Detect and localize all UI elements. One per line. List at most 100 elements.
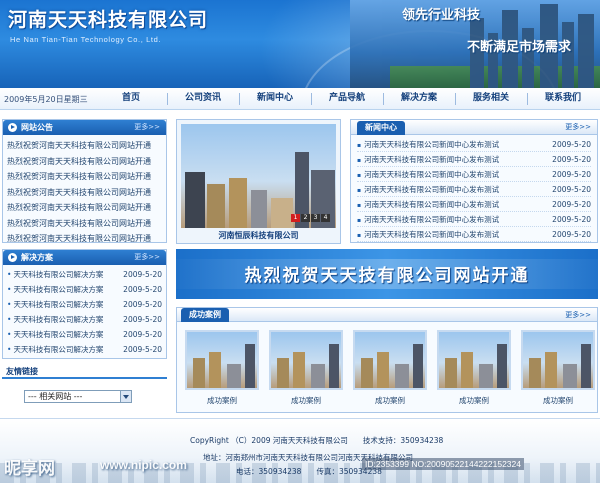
case-label: 成功案例 [375,396,405,405]
news-item[interactable]: 河南天天科技有限公司新闻中心发布测试 2009-5-20 [357,212,591,227]
building [461,352,473,388]
news-item[interactable]: 河南天天科技有限公司新闻中心发布测试 2009-5-20 [357,137,591,152]
main-nav: 2009年5月20日星期三 首页 公司资讯 新闻中心 产品导航 解决方案 服务相… [0,88,600,110]
case-item[interactable]: 成功案例 [519,330,597,406]
nav-news-center[interactable]: 新闻中心 [239,88,311,110]
case-thumbnail[interactable] [353,330,427,390]
news-item-date: 2009-5-20 [552,200,591,209]
news-item[interactable]: 河南天天科技有限公司新闻中心发布测试 2009-5-20 [357,182,591,197]
solution-more-link[interactable]: 更多>> [134,250,160,265]
building [271,198,293,228]
building [209,352,221,388]
logo-chinese[interactable]: 河南天天科技有限公司 [8,5,208,32]
news-item-title: 河南天天科技有限公司新闻中心发布测试 [357,167,499,181]
news-item[interactable]: 河南天天科技有限公司新闻中心发布测试 2009-5-20 [357,167,591,182]
case-item[interactable]: 成功案例 [435,330,513,406]
slogan-line-2: 不断满足市场需求 [467,40,572,55]
building [227,364,241,388]
building [581,344,591,388]
related-sites-value: --- 相关网站 --- [28,392,83,401]
news-item-title: 河南天天科技有限公司新闻中心发布测试 [357,227,499,241]
nav-products[interactable]: 产品导航 [311,88,383,110]
solution-item[interactable]: 天天科技有限公司解决方案 2009-5-20 [7,282,162,297]
solution-item-date: 2009-5-20 [123,345,162,354]
notice-item[interactable]: 热烈祝贺河南天天科技有限公司网站开通 [7,231,162,247]
watermark-id: ID:2353399 NO:20090522144222152324 [362,458,524,470]
news-item-date: 2009-5-20 [552,140,591,149]
building [245,344,255,388]
building [229,178,247,228]
logo-english: He Nan Tian-Tian Technology Co., Ltd. [10,35,162,44]
related-sites-select[interactable]: --- 相关网站 --- [24,390,132,403]
case-thumbnail[interactable] [437,330,511,390]
case-thumbnail[interactable] [185,330,259,390]
nav-home[interactable]: 首页 [95,88,167,110]
solution-item-date: 2009-5-20 [123,330,162,339]
slogan-line-1: 领先行业科技 [402,8,481,23]
slide-dot-4[interactable]: 4 [321,214,330,222]
success-cases-panel: 成功案例 更多>> 成功案例 成功案例 成功案例 成功案例 成功案例 [176,307,598,413]
building [562,22,574,88]
news-item-title: 河南天天科技有限公司新闻中心发布测试 [357,137,499,151]
solution-item-date: 2009-5-20 [123,315,162,324]
watermark-logo: 昵享网 [4,459,55,479]
building [361,358,373,388]
notice-more-link[interactable]: 更多>> [134,120,160,135]
case-item[interactable]: 成功案例 [267,330,345,406]
notice-item[interactable]: 热烈祝贺河南天天科技有限公司网站开通 [7,200,162,216]
nav-company-info[interactable]: 公司资讯 [167,88,239,110]
nav-services[interactable]: 服务相关 [455,88,527,110]
building [251,190,267,228]
arrow-bullet-icon [8,123,17,132]
slide-dot-1[interactable]: 1 [291,214,300,222]
notice-title: 网站公告 [21,123,53,132]
case-item[interactable]: 成功案例 [183,330,261,406]
solution-item[interactable]: 天天科技有限公司解决方案 2009-5-20 [7,327,162,342]
cases-more-link[interactable]: 更多>> [565,310,591,320]
friend-links-title: 友情链接 [2,366,167,379]
city-photo[interactable]: 1 2 3 4 [181,124,336,228]
nav-solutions[interactable]: 解决方案 [383,88,455,110]
solution-item[interactable]: 天天科技有限公司解决方案 2009-5-20 [7,267,162,282]
current-date: 2009年5月20日星期三 [4,95,88,104]
news-item[interactable]: 河南天天科技有限公司新闻中心发布测试 2009-5-20 [357,197,591,212]
solution-item[interactable]: 天天科技有限公司解决方案 2009-5-20 [7,342,162,357]
arrow-bullet-icon [8,253,17,262]
notice-item[interactable]: 热烈祝贺河南天天科技有限公司网站开通 [7,216,162,232]
photo-caption[interactable]: 河南恒辰科技有限公司 [177,230,340,241]
news-item-date: 2009-5-20 [552,185,591,194]
nav-items: 首页 公司资讯 新闻中心 产品导航 解决方案 服务相关 联系我们 [95,88,599,110]
solution-item[interactable]: 天天科技有限公司解决方案 2009-5-20 [7,297,162,312]
building [277,358,289,388]
notice-item[interactable]: 热烈祝贺河南天天科技有限公司网站开通 [7,138,162,154]
slide-dot-2[interactable]: 2 [301,214,310,222]
notice-item[interactable]: 热烈祝贺河南天天科技有限公司网站开通 [7,169,162,185]
slide-dot-3[interactable]: 3 [311,214,320,222]
case-label: 成功案例 [459,396,489,405]
nav-contact[interactable]: 联系我们 [527,88,599,110]
building [445,358,457,388]
solution-title-bar: 解决方案 更多>> [3,250,166,265]
building [563,364,577,388]
notice-item[interactable]: 热烈祝贺河南天天科技有限公司网站开通 [7,185,162,201]
news-item[interactable]: 河南天天科技有限公司新闻中心发布测试 2009-5-20 [357,227,591,242]
news-more-link[interactable]: 更多>> [565,122,591,132]
congrats-banner[interactable]: 热烈祝贺天天技有限公司网站开通 [176,249,598,299]
footer-phone: 电话：350934238 传真：350934238 [236,467,382,476]
notice-item[interactable]: 热烈祝贺河南天天科技有限公司网站开通 [7,154,162,170]
case-thumbnail[interactable] [521,330,595,390]
building [497,344,507,388]
chevron-down-icon[interactable] [120,391,131,402]
building [545,352,557,388]
solution-item[interactable]: 天天科技有限公司解决方案 2009-5-20 [7,312,162,327]
case-label: 成功案例 [543,396,573,405]
news-item-title: 河南天天科技有限公司新闻中心发布测试 [357,212,499,226]
news-item[interactable]: 河南天天科技有限公司新闻中心发布测试 2009-5-20 [357,152,591,167]
case-thumbnail[interactable] [269,330,343,390]
case-label: 成功案例 [207,396,237,405]
solution-item-title: 天天科技有限公司解决方案 [7,282,103,297]
case-item[interactable]: 成功案例 [351,330,429,406]
solution-panel: 解决方案 更多>> 天天科技有限公司解决方案 2009-5-20 天天科技有限公司… [2,249,167,359]
solution-item-title: 天天科技有限公司解决方案 [7,327,103,342]
news-title: 新闻中心 [357,121,405,135]
